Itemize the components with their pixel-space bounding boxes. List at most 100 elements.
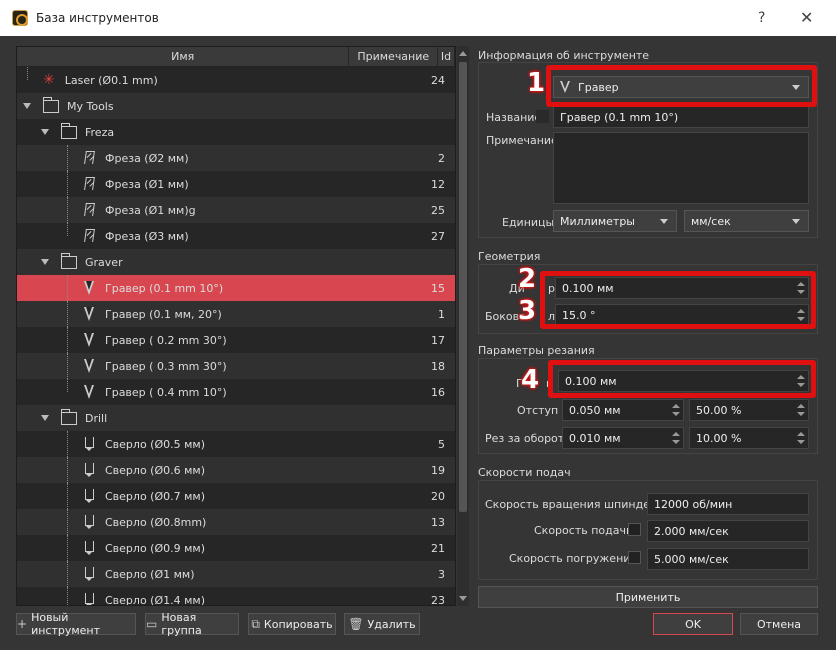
drill-icon	[83, 463, 95, 477]
drill-icon	[83, 515, 95, 529]
drill-icon	[83, 437, 95, 451]
tree-row-tool[interactable]: Сверло (Ø0.7 мм) 20	[17, 483, 455, 509]
speed-units-value: мм/сек	[691, 214, 731, 228]
tree-row-tool[interactable]: Сверло (Ø1.4 мм) 23	[17, 587, 455, 606]
highlight-box-1	[546, 65, 817, 107]
units-label: Единицы	[502, 216, 555, 229]
apply-button[interactable]: Применить	[478, 586, 818, 608]
offset-input[interactable]: 0.050 мм	[562, 399, 684, 421]
tree-row-id: 23	[431, 593, 445, 606]
per-rev-percent-value: 10.00 %	[696, 431, 742, 445]
feed-input[interactable]: 2.000 мм/сек	[647, 520, 809, 542]
spin-arrows-icon[interactable]	[796, 402, 806, 418]
drill-icon	[83, 541, 95, 555]
spin-arrows-icon[interactable]	[671, 430, 681, 446]
chevron-down-icon	[660, 219, 668, 224]
scroll-down-icon[interactable]	[459, 596, 467, 601]
offset-percent-input[interactable]: 50.00 %	[689, 399, 809, 421]
folder-icon	[61, 252, 77, 269]
tree-row-tool[interactable]: Гравер ( 0.4 mm 10°) 16	[17, 379, 455, 405]
tree-row-label: Гравер (0.1 mm 10°)	[105, 281, 224, 295]
expand-arrow-icon[interactable]	[41, 415, 49, 421]
tree-row-group[interactable]: Graver	[17, 249, 455, 275]
tree-row-tool[interactable]: Фреза (Ø1 мм) 12	[17, 171, 455, 197]
scroll-up-icon[interactable]	[459, 51, 467, 56]
end-mill-icon	[83, 203, 95, 217]
feed-label: Скорость подачи	[534, 524, 634, 537]
column-header-id[interactable]: Id	[438, 47, 455, 66]
cancel-button[interactable]: Отмена	[740, 613, 818, 635]
tree-row-label: Фреза (Ø1 мм)g	[105, 203, 196, 217]
tree-row-tool[interactable]: Сверло (Ø0.5 мм) 5	[17, 431, 455, 457]
expand-arrow-icon[interactable]	[41, 259, 49, 265]
tool-name-input[interactable]: Гравер (0.1 mm 10°)	[553, 106, 809, 128]
per-rev-percent-input[interactable]: 10.00 %	[689, 427, 809, 449]
column-header-note[interactable]: Примечание	[349, 47, 439, 66]
laser-icon: ✳	[43, 72, 55, 88]
folder-icon	[43, 96, 59, 113]
copy-icon: ⧉	[251, 616, 260, 631]
help-button[interactable]: ?	[758, 10, 765, 26]
tree-row-tool[interactable]: Гравер (0.1 мм, 20°) 1	[17, 301, 455, 327]
tree-row-label: My Tools	[67, 99, 114, 113]
tree-row-tool[interactable]: Сверло (Ø0.8mm) 13	[17, 509, 455, 535]
tree-row-id: 20	[431, 489, 445, 503]
expand-arrow-icon[interactable]	[41, 129, 49, 135]
v-bit-icon	[83, 333, 95, 347]
column-header-name[interactable]: Имя	[17, 47, 350, 66]
offset-value: 0.050 мм	[569, 403, 621, 417]
tree-row-tool[interactable]: Сверло (Ø1 мм) 3	[17, 561, 455, 587]
tree-row-tool[interactable]: Гравер ( 0.2 mm 30°) 17	[17, 327, 455, 353]
new-tool-button[interactable]: + Новый инструмент	[16, 611, 136, 637]
close-button[interactable]: ✕	[800, 8, 813, 27]
tree-row-label: Graver	[85, 255, 123, 269]
tree-row-tool[interactable]: Сверло (Ø0.6 мм) 19	[17, 457, 455, 483]
spin-arrows-icon[interactable]	[671, 402, 681, 418]
tree-row-group[interactable]: Drill	[17, 405, 455, 431]
tree-row-tool[interactable]: Фреза (Ø1 мм)g 25	[17, 197, 455, 223]
app-logo-icon	[12, 10, 28, 26]
tree-row-id: 15	[431, 281, 445, 295]
plus-icon: +	[17, 617, 28, 631]
spin-arrows-icon[interactable]	[796, 430, 806, 446]
ok-button[interactable]: OK	[653, 613, 733, 635]
tree-row-tool[interactable]: Гравер ( 0.3 mm 30°) 18	[17, 353, 455, 379]
tree-row-tool[interactable]: Фреза (Ø3 мм) 27	[17, 223, 455, 249]
tree-row-tool[interactable]: Фреза (Ø2 мм) 2	[17, 145, 455, 171]
spindle-label: Скорость вращения шпинделя	[485, 498, 664, 511]
offset-percent-value: 50.00 %	[696, 403, 742, 417]
expand-arrow-icon[interactable]	[23, 103, 31, 109]
highlight-box-4	[548, 360, 816, 398]
feed-checkbox[interactable]	[628, 523, 641, 536]
units-select[interactable]: Миллиметры	[553, 210, 677, 232]
tree-row-id: 24	[431, 73, 445, 87]
tree-row-label: Сверло (Ø0.6 мм)	[105, 463, 205, 477]
per-rev-label: Рез за оборот	[485, 432, 565, 445]
copy-button[interactable]: ⧉ Копировать	[248, 613, 336, 635]
tool-tree[interactable]: Имя Примечание Id ✳ Laser (Ø0.1 mm) 24 M…	[16, 46, 456, 606]
tool-note-textarea[interactable]	[553, 132, 809, 204]
per-rev-input[interactable]: 0.010 мм	[562, 427, 684, 449]
tree-row-group[interactable]: My Tools	[17, 93, 455, 119]
plunge-checkbox[interactable]	[628, 551, 641, 564]
tree-row-label: Фреза (Ø3 мм)	[105, 229, 189, 243]
tree-row-id: 27	[431, 229, 445, 243]
delete-button[interactable]: 🗑 Удалить	[344, 613, 420, 635]
speed-units-select[interactable]: мм/сек	[684, 210, 809, 232]
plunge-input[interactable]: 5.000 мм/сек	[647, 548, 809, 570]
scroll-thumb[interactable]	[459, 62, 467, 512]
tree-row-tool-selected[interactable]: Гравер (0.1 mm 10°) 15	[17, 275, 455, 301]
tree-row-tool[interactable]: Сверло (Ø0.9 мм) 21	[17, 535, 455, 561]
tree-scrollbar[interactable]	[457, 46, 469, 606]
tree-row-label: Фреза (Ø1 мм)	[105, 177, 189, 191]
tree-row-laser[interactable]: ✳ Laser (Ø0.1 mm) 24	[17, 67, 455, 93]
tree-row-label: Drill	[85, 411, 108, 425]
tree-row-id: 19	[431, 463, 445, 477]
folder-icon	[61, 122, 77, 139]
spindle-input[interactable]: 12000 об/мин	[647, 493, 809, 515]
badge-2: 2	[518, 264, 537, 294]
copy-label: Копировать	[263, 617, 333, 631]
tree-row-group[interactable]: Freza	[17, 119, 455, 145]
tree-row-label: Сверло (Ø0.5 мм)	[105, 437, 205, 451]
new-group-button[interactable]: ▭ Новая группа	[145, 611, 239, 637]
